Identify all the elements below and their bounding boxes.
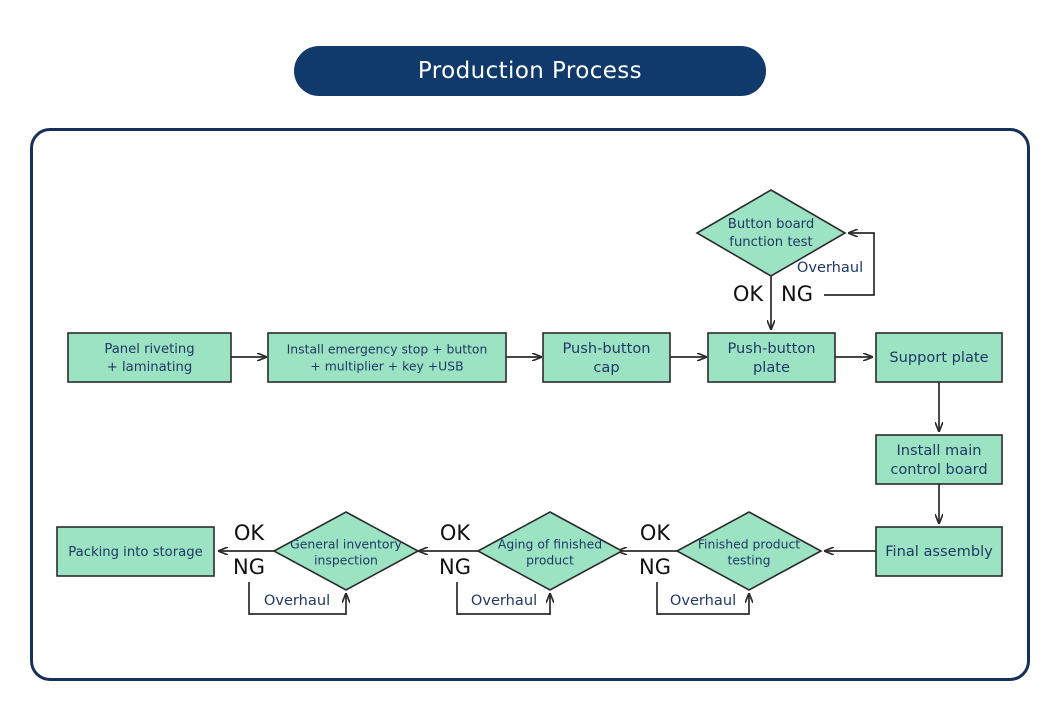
node-push-button-plate[interactable]: Push-button plate (707, 332, 836, 383)
node-install-emergency-stop[interactable]: Install emergency stop + button + multip… (267, 332, 507, 383)
node-aging-line1: Aging of finished (498, 537, 602, 552)
label-overhaul-button-test: Overhaul (797, 259, 863, 276)
node-general-inventory-inspection[interactable]: General inventory inspection (272, 511, 420, 591)
node-install-main-control-board[interactable]: Install main control board (875, 434, 1003, 485)
node-packing-into-storage[interactable]: Packing into storage (56, 526, 215, 577)
node-support-plate[interactable]: Support plate (875, 332, 1003, 383)
label-ok-aging: OK (440, 521, 472, 545)
node-push-button-cap-line2: cap (593, 359, 619, 376)
node-button-board-test-line1: Button board (728, 217, 814, 232)
label-overhaul-finished-testing: Overhaul (670, 592, 736, 609)
flowchart-svg: Panel riveting + laminating Install emer… (56, 189, 1003, 615)
label-ng-button-test: NG (781, 282, 813, 306)
label-overhaul-aging: Overhaul (471, 592, 537, 609)
node-install-emergency-stop-line2: + multiplier + key +USB (310, 359, 463, 374)
node-aging-of-finished-product[interactable]: Aging of finished product (476, 511, 624, 591)
node-push-button-cap-line1: Push-button (562, 340, 650, 357)
node-aging-line2: product (526, 553, 574, 568)
node-finished-testing-line2: testing (728, 553, 771, 568)
node-support-plate-label: Support plate (889, 349, 988, 366)
node-push-button-plate-line2: plate (753, 359, 790, 376)
node-panel-riveting[interactable]: Panel riveting + laminating (67, 332, 232, 383)
node-packing-storage-label: Packing into storage (68, 545, 202, 560)
label-ng-aging: NG (439, 555, 471, 579)
label-ng-finished-testing: NG (639, 555, 671, 579)
node-install-main-board-line1: Install main (896, 442, 981, 459)
label-ok-finished-testing: OK (640, 521, 672, 545)
diagram-canvas: Production Process Panel riveting + lami… (0, 0, 1060, 721)
node-install-emergency-stop-line1: Install emergency stop + button (287, 342, 488, 357)
node-final-assembly[interactable]: Final assembly (875, 526, 1003, 577)
node-push-button-plate-line1: Push-button (727, 340, 815, 357)
node-push-button-cap[interactable]: Push-button cap (542, 332, 671, 383)
node-inventory-line1: General inventory (290, 537, 402, 552)
node-finished-product-testing[interactable]: Finished product testing (675, 511, 823, 591)
node-finished-testing-line1: Finished product (698, 537, 800, 552)
label-ng-inventory: NG (233, 555, 265, 579)
label-overhaul-inventory: Overhaul (264, 592, 330, 609)
node-panel-riveting-line2: + laminating (107, 360, 193, 375)
label-ok-inventory: OK (234, 521, 266, 545)
node-inventory-line2: inspection (314, 553, 378, 568)
label-ok-button-test: OK (733, 282, 765, 306)
node-install-main-board-line2: control board (890, 461, 987, 478)
node-panel-riveting-line1: Panel riveting (104, 342, 194, 357)
node-button-board-test-line2: function test (729, 235, 812, 250)
node-final-assembly-label: Final assembly (885, 543, 993, 560)
